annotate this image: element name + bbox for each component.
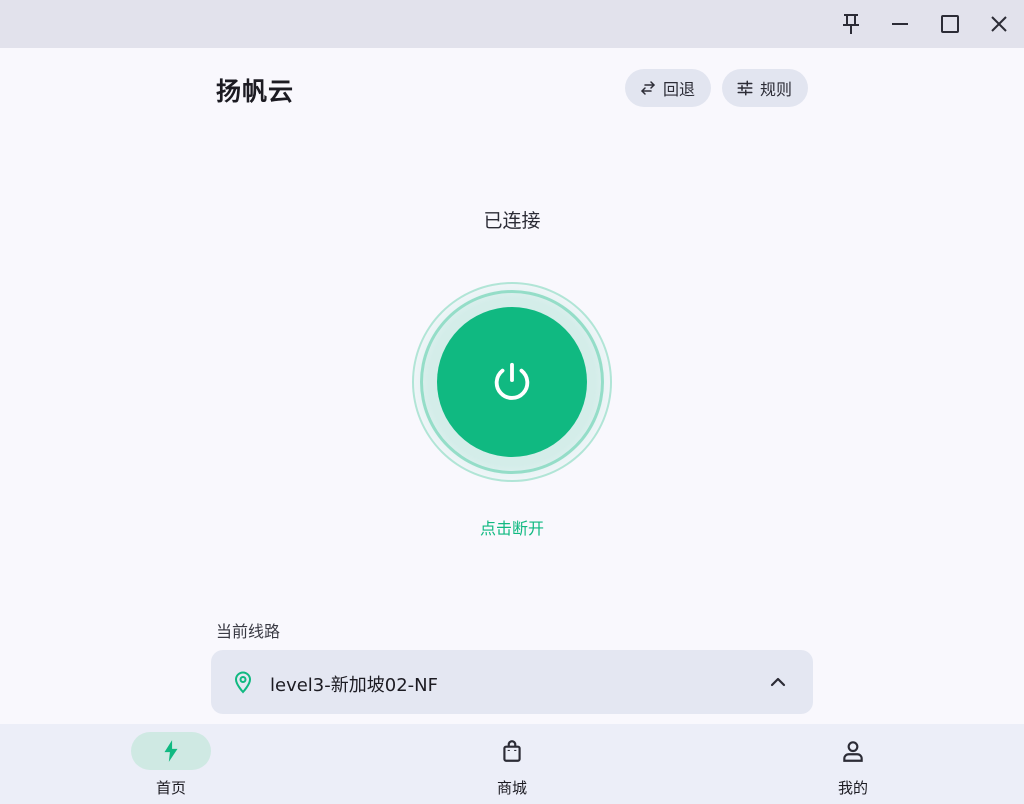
pin-icon	[843, 14, 859, 34]
lightning-icon	[164, 740, 178, 762]
location-pin-icon	[234, 671, 252, 694]
nav-item-home[interactable]: 首页	[111, 724, 231, 804]
connection-status: 已连接	[483, 210, 541, 232]
rollback-button[interactable]: 回退	[625, 69, 711, 107]
nav-label-shop: 商城	[496, 779, 527, 797]
nav-label-home: 首页	[155, 779, 186, 797]
app-title: 扬帆云	[216, 77, 295, 106]
close-icon	[991, 16, 1007, 32]
pin-button[interactable]	[831, 4, 871, 44]
maximize-button[interactable]	[930, 4, 970, 44]
nav-active-indicator	[131, 732, 211, 770]
chevron-up-icon[interactable]	[766, 670, 790, 694]
current-route-label: 当前线路	[216, 622, 281, 641]
minimize-icon	[892, 23, 908, 25]
close-button[interactable]	[979, 4, 1019, 44]
rules-button[interactable]: 规则	[722, 69, 808, 107]
route-selector[interactable]: level3-新加坡02-NF	[211, 650, 813, 714]
nav-label-mine: 我的	[837, 779, 868, 797]
window-titlebar	[0, 0, 1024, 48]
rollback-label: 回退	[663, 80, 696, 99]
bottom-navigation: 首页 商城 我的	[0, 724, 1024, 804]
nav-item-shop[interactable]: 商城	[452, 724, 572, 804]
shopping-bag-icon	[503, 740, 521, 762]
minimize-button[interactable]	[880, 4, 920, 44]
rules-label: 规则	[760, 80, 793, 99]
nav-indicator	[472, 732, 552, 770]
power-button[interactable]	[437, 307, 587, 457]
nav-indicator	[813, 732, 893, 770]
swap-arrows-icon	[641, 81, 655, 95]
power-icon	[494, 362, 530, 400]
route-name: level3-新加坡02-NF	[270, 675, 438, 696]
maximize-icon	[941, 15, 959, 33]
nav-item-mine[interactable]: 我的	[793, 724, 913, 804]
sliders-icon	[737, 80, 753, 96]
disconnect-hint[interactable]: 点击断开	[0, 515, 1024, 539]
power-control	[412, 282, 612, 482]
user-icon	[843, 741, 863, 762]
